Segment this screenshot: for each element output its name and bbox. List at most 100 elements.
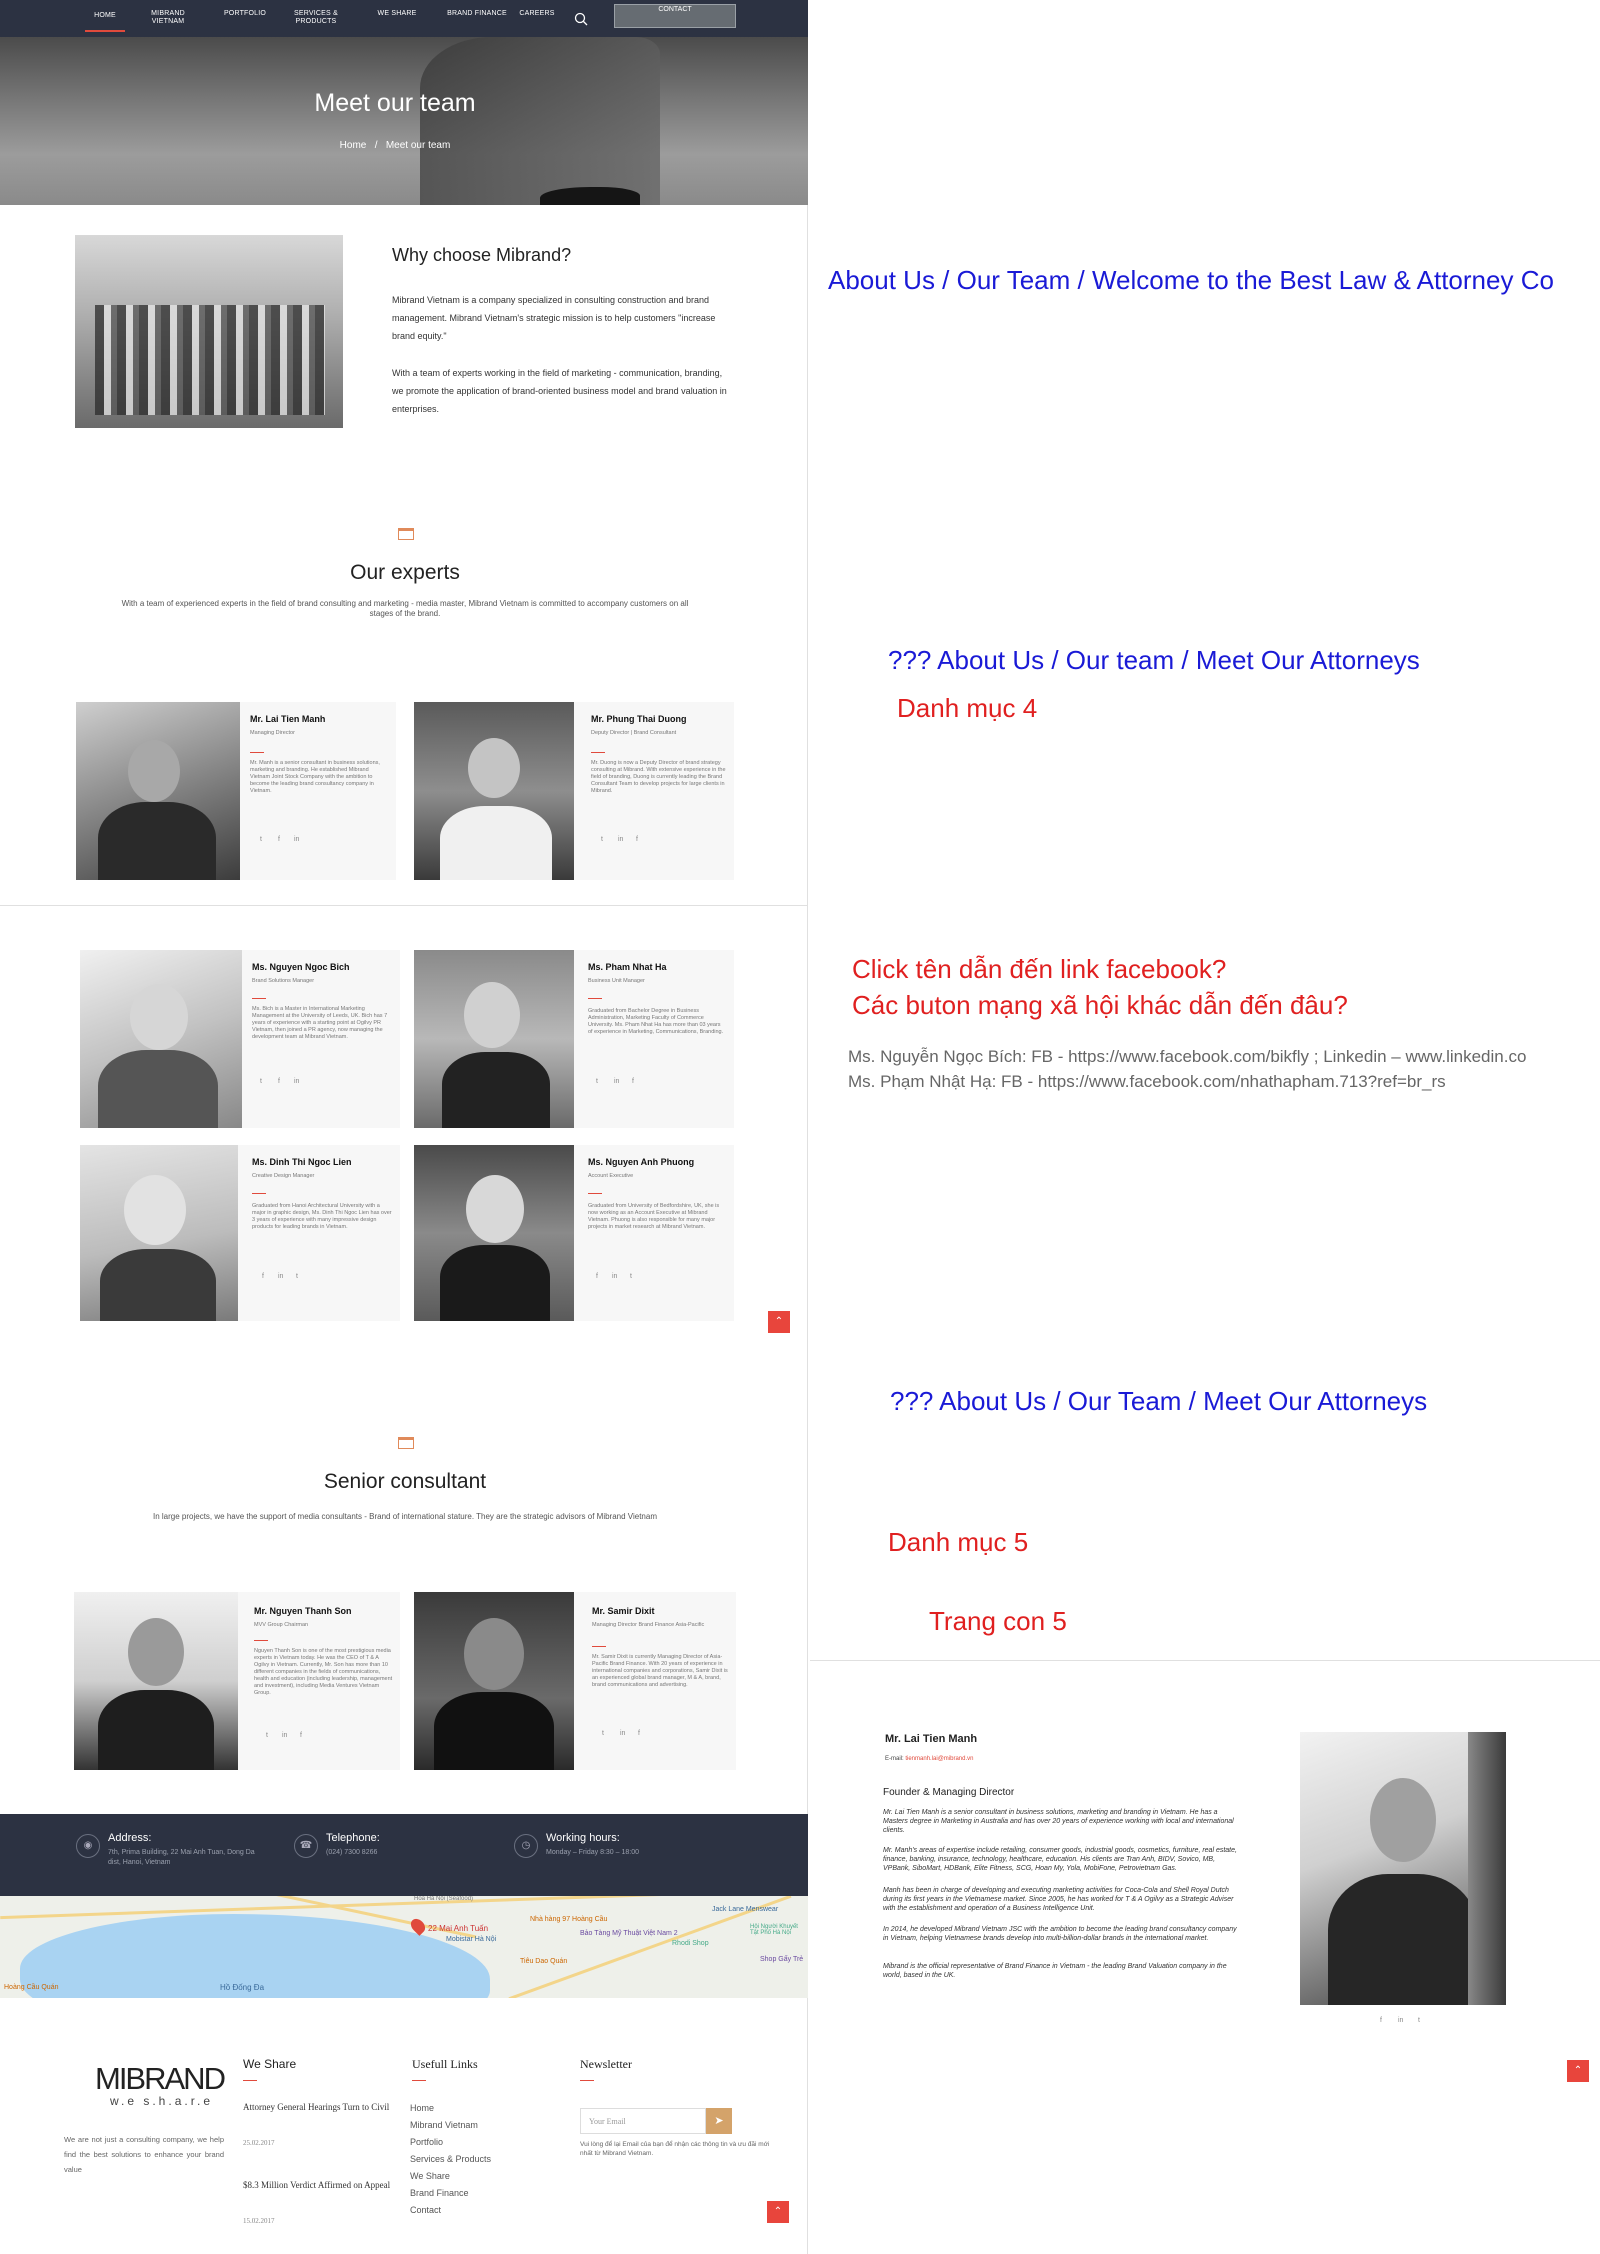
expert-bio: Mr. Manh is a senior consultant in busin…: [250, 760, 380, 794]
twitter-icon[interactable]: t: [260, 836, 262, 843]
linkedin-icon[interactable]: in: [614, 1078, 619, 1085]
senior-title: Senior consultant: [323, 1470, 487, 1493]
contact-button[interactable]: CONTACT: [614, 4, 736, 28]
expert-role: Account Executive: [588, 1173, 634, 1179]
nav-careers[interactable]: CAREERS: [512, 10, 562, 18]
profile-paragraph: Mr. Lai Tien Manh is a senior consultant…: [883, 1809, 1234, 1834]
facebook-icon[interactable]: f: [300, 1732, 302, 1739]
expert-photo: [414, 1145, 574, 1321]
send-icon[interactable]: ➤: [706, 2108, 732, 2134]
footer-post-title[interactable]: $8.3 Million Verdict Affirmed on Appeal: [243, 2178, 403, 2193]
facebook-icon[interactable]: f: [632, 1078, 634, 1085]
lake-label: Hồ Đống Đa: [220, 1983, 265, 1992]
team-photo: [75, 235, 343, 428]
map-label: Jack Lane Menswear: [712, 1906, 779, 1913]
facebook-icon[interactable]: f: [636, 836, 638, 843]
expert-photo: [414, 950, 574, 1128]
scroll-top-button[interactable]: ⌃: [768, 1311, 790, 1333]
profile-paragraph: Mibrand is the official representative o…: [883, 1963, 1227, 1979]
map-road: [0, 1896, 808, 1920]
linkedin-icon[interactable]: in: [1398, 2017, 1403, 2024]
linkedin-icon[interactable]: in: [282, 1732, 287, 1739]
expert-bio: Graduated from University of Bedfordshir…: [588, 1203, 720, 1230]
facebook-icon[interactable]: f: [596, 1273, 598, 1280]
consultant-name[interactable]: Mr. Samir Dixit: [592, 1606, 655, 1616]
search-icon[interactable]: [574, 12, 588, 31]
consultant-role: Managing Director Brand Finance Asia-Pac…: [592, 1622, 705, 1628]
twitter-icon[interactable]: t: [260, 1078, 262, 1085]
linkedin-icon[interactable]: in: [294, 836, 299, 843]
nav-mibrand-vietnam[interactable]: MIBRAND VIETNAM: [143, 10, 193, 26]
footer-link-services[interactable]: Services & Products: [410, 2154, 491, 2164]
nav-we-share[interactable]: WE SHARE: [372, 10, 422, 18]
facebook-icon[interactable]: f: [278, 836, 280, 843]
divider: [810, 1660, 1600, 1661]
divider: [592, 1646, 606, 1647]
expert-name[interactable]: Ms. Nguyen Anh Phuong: [588, 1157, 694, 1167]
profile-paragraph: Mr. Manh's areas of expertise include re…: [883, 1847, 1237, 1872]
experts-title: Our experts: [350, 561, 460, 584]
map-label: Hoàng Cầu Quán: [4, 1984, 59, 1991]
expert-role: Brand Solutions Manager: [252, 978, 315, 984]
nav-brand-finance[interactable]: BRAND FINANCE: [442, 10, 512, 18]
newsletter-email-input[interactable]: Your Email: [580, 2108, 706, 2134]
expert-name[interactable]: Ms. Dinh Thi Ngoc Lien: [252, 1157, 352, 1167]
map-label: Tiêu Dao Quán: [520, 1958, 568, 1965]
twitter-icon[interactable]: t: [266, 1732, 268, 1739]
expert-card: Ms. Nguyen Ngoc Bich Brand Solutions Man…: [80, 950, 400, 1128]
linkedin-icon[interactable]: in: [620, 1730, 625, 1737]
linkedin-icon[interactable]: in: [612, 1273, 617, 1280]
twitter-icon[interactable]: t: [596, 1078, 598, 1085]
expert-name[interactable]: Ms. Nguyen Ngoc Bich: [252, 962, 350, 972]
phone-text[interactable]: (024) 7300 8266: [326, 1848, 377, 1858]
consultant-name[interactable]: Mr. Nguyen Thanh Son: [254, 1606, 352, 1616]
nav-services[interactable]: SERVICES & PRODUCTS: [290, 10, 342, 26]
consultant-card: Mr. Samir Dixit Managing Director Brand …: [414, 1592, 736, 1770]
twitter-icon[interactable]: t: [630, 1273, 632, 1280]
expert-name[interactable]: Ms. Pham Nhat Ha: [588, 962, 667, 972]
footer-link-we-share[interactable]: We Share: [410, 2171, 450, 2181]
footer-link-home[interactable]: Home: [410, 2103, 434, 2113]
twitter-icon[interactable]: t: [1418, 2017, 1420, 2024]
twitter-icon[interactable]: t: [602, 1730, 604, 1737]
twitter-icon[interactable]: t: [296, 1273, 298, 1280]
divider: [252, 1193, 266, 1194]
consultant-card: Mr. Nguyen Thanh Son MVV Group Chairman …: [74, 1592, 400, 1770]
scroll-top-button[interactable]: ⌃: [1567, 2060, 1589, 2082]
facebook-icon[interactable]: f: [638, 1730, 640, 1737]
expert-photo: [76, 702, 240, 880]
linkedin-icon[interactable]: in: [294, 1078, 299, 1085]
map-label: Hội Người Khuyết Tật Phố Hà Nội: [750, 1924, 798, 1936]
nav-portfolio[interactable]: PORTFOLIO: [220, 10, 270, 18]
linkedin-icon[interactable]: in: [278, 1273, 283, 1280]
facebook-icon[interactable]: f: [262, 1273, 264, 1280]
expert-photo: [80, 950, 242, 1128]
clock-icon: ◷: [514, 1834, 538, 1858]
twitter-icon[interactable]: t: [601, 836, 603, 843]
annotation-note: Ms. Phạm Nhật Hạ: FB - https://www.faceb…: [848, 1072, 1446, 1091]
footer-link-mibrand[interactable]: Mibrand Vietnam: [410, 2120, 478, 2130]
expert-bio: Graduated from Bachelor Degree in Busine…: [588, 1008, 724, 1035]
footer-link-brand-finance[interactable]: Brand Finance: [410, 2188, 469, 2198]
footer-link-portfolio[interactable]: Portfolio: [410, 2137, 443, 2147]
newsletter-note: Vui lòng để lại Email của bạn để nhận cá…: [580, 2141, 770, 2157]
footer-post-date: 15.02.2017: [243, 2217, 275, 2225]
expert-card: Mr. Lai Tien Manh Managing Director Mr. …: [76, 702, 396, 880]
expert-name[interactable]: Mr. Lai Tien Manh: [250, 714, 325, 724]
profile-email: E-mail: tienmanh.lai@mibrand.vn: [885, 1756, 973, 1762]
map[interactable]: 22 Mai Anh Tuấn Hồ Đống Đa Nhà hàng 97 H…: [0, 1896, 808, 1998]
profile-email-link[interactable]: tienmanh.lai@mibrand.vn: [905, 1756, 973, 1762]
footer-link-contact[interactable]: Contact: [410, 2205, 441, 2215]
expert-name[interactable]: Mr. Phung Thai Duong: [591, 714, 687, 724]
expert-card: Ms. Nguyen Anh Phuong Account Executive …: [414, 1145, 734, 1321]
scroll-top-button[interactable]: ⌃: [767, 2201, 789, 2223]
nav-home[interactable]: HOME: [85, 12, 125, 32]
consultant-photo: [74, 1592, 238, 1770]
facebook-icon[interactable]: f: [1380, 2017, 1382, 2024]
linkedin-icon[interactable]: in: [618, 836, 623, 843]
footer-logo[interactable]: MIBRAND: [95, 2061, 226, 2097]
facebook-icon[interactable]: f: [278, 1078, 280, 1085]
footer-post-title[interactable]: Attorney General Hearings Turn to Civil: [243, 2100, 403, 2115]
breadcrumb-home[interactable]: Home: [340, 140, 367, 151]
profile-paragraph: Manh has been in charge of developing an…: [883, 1887, 1234, 1912]
